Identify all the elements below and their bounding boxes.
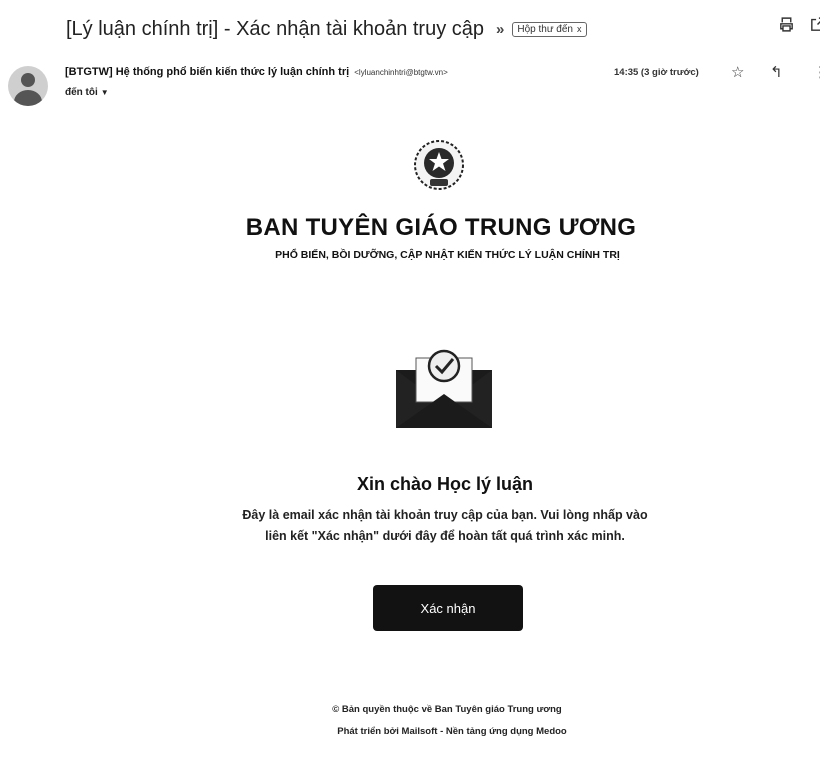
sender-email: <lyluanchinhtri@btgtw.vn> [354, 68, 448, 77]
recipient-text: đến tôi [65, 87, 98, 98]
email-subject-row: [Lý luận chính trị] - Xác nhận tài khoản… [66, 14, 587, 44]
top-actions [778, 16, 820, 38]
star-icon[interactable]: ☆ [731, 63, 744, 81]
envelope-check-icon [396, 349, 492, 428]
body-message: Đây là email xác nhận tài khoản truy cập… [190, 505, 700, 547]
organization-subtitle: PHỔ BIẾN, BỒI DƯỠNG, CẬP NHẬT KIẾN THỨC … [275, 249, 620, 261]
body-line-1: Đây là email xác nhận tài khoản truy cập… [242, 508, 648, 522]
greeting-heading: Xin chào Học lý luận [356, 474, 534, 494]
sender-row: [BTGTW] Hệ thống phổ biến kiến thức lý l… [65, 63, 820, 84]
more-vert-icon[interactable]: ⋮ [813, 63, 820, 81]
emblem-logo [414, 140, 464, 190]
inbox-label-text: Hộp thư đến [517, 23, 573, 35]
sender-name[interactable]: [BTGTW] Hệ thống phổ biến kiến thức lý l… [65, 66, 349, 78]
footer-developer: Phát triển bởi Mailsoft - Nền tảng ứng d… [337, 726, 567, 737]
email-subject: [Lý luận chính trị] - Xác nhận tài khoản… [66, 17, 485, 40]
avatar-head [21, 73, 35, 87]
importance-marker-icon[interactable]: » [496, 21, 504, 38]
avatar-shoulders [14, 90, 42, 106]
open-new-window-icon[interactable] [809, 16, 820, 38]
recipient-line[interactable]: đến tôi ▼ [65, 87, 109, 98]
sender-avatar [8, 66, 48, 106]
remove-label-icon[interactable]: x [577, 24, 582, 34]
print-icon[interactable] [778, 16, 795, 38]
confirm-button[interactable]: Xác nhận [373, 585, 523, 631]
reply-icon[interactable]: ↰ [770, 63, 783, 81]
body-line-2: liên kết "Xác nhận" dưới đây để hoàn tất… [265, 529, 625, 543]
chevron-down-icon[interactable]: ▼ [101, 88, 109, 97]
email-time: 14:35 (3 giờ trước) [614, 67, 699, 78]
organization-title: BAN TUYÊN GIÁO TRUNG ƯƠNG [245, 214, 637, 241]
footer-copyright: © Bản quyền thuộc về Ban Tuyên giáo Trun… [332, 704, 562, 715]
inbox-label-chip[interactable]: Hộp thư đến x [512, 21, 587, 37]
